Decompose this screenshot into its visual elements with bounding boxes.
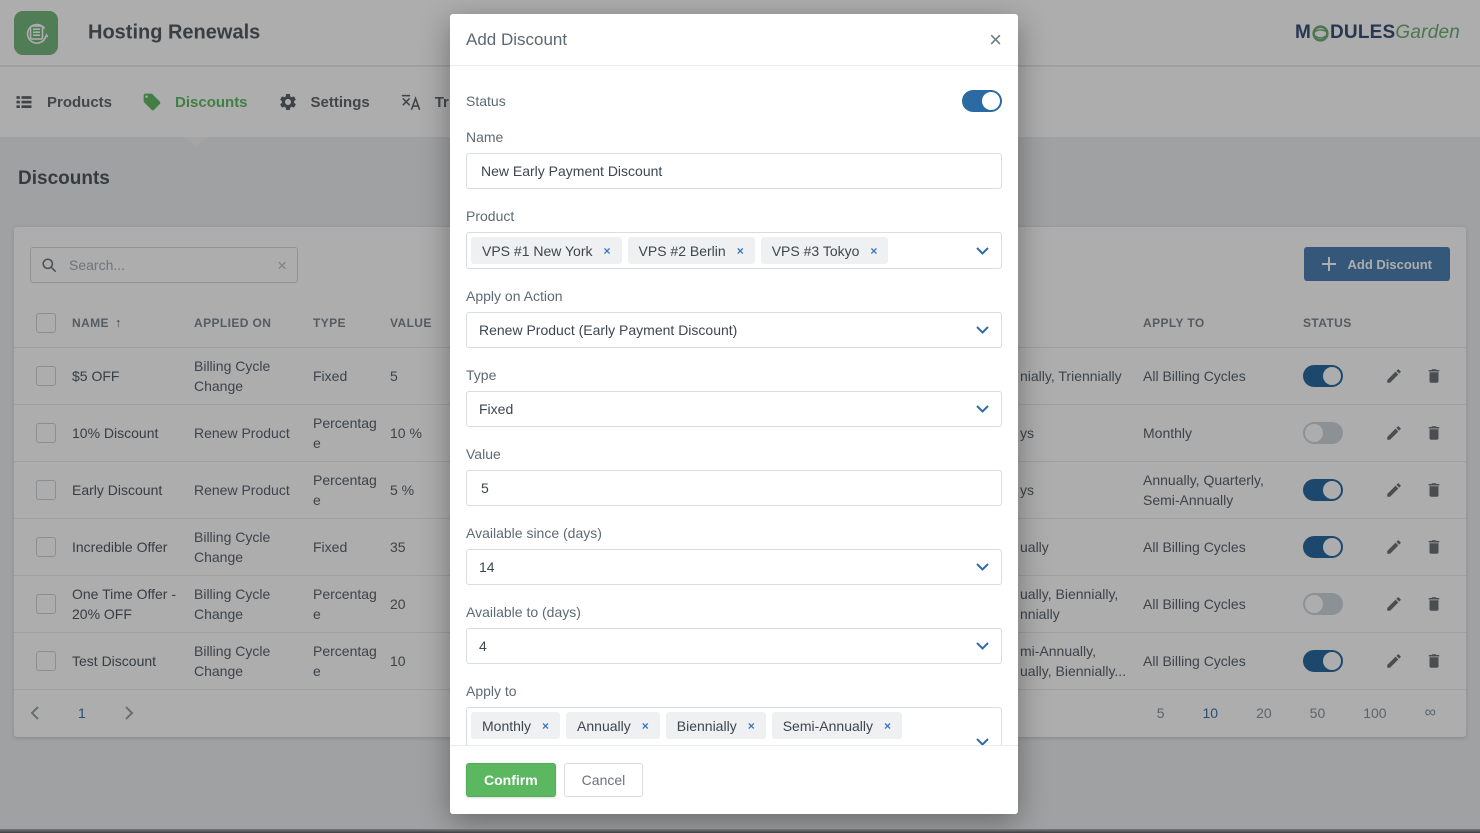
- cycle-chip: Biennially×: [666, 712, 766, 739]
- type-select[interactable]: Fixed: [466, 391, 1002, 427]
- apply-on-action-select[interactable]: Renew Product (Early Payment Discount): [466, 312, 1002, 348]
- chevron-down-icon[interactable]: [976, 247, 989, 255]
- value-input[interactable]: [479, 479, 989, 497]
- remove-chip-icon[interactable]: ×: [884, 719, 891, 733]
- screen-bottom-edge: [0, 829, 1480, 833]
- chevron-down-icon[interactable]: [976, 738, 989, 745]
- product-chip: VPS #3 Tokyo×: [761, 237, 889, 264]
- close-icon[interactable]: ×: [989, 29, 1002, 51]
- modal-footer: Confirm Cancel: [450, 745, 1018, 814]
- chevron-down-icon: [976, 563, 989, 571]
- product-multiselect[interactable]: VPS #1 New York× VPS #2 Berlin× VPS #3 T…: [466, 232, 1002, 269]
- name-label: Name: [466, 129, 1002, 145]
- available-since-field: Available since (days) 14: [466, 525, 1002, 585]
- available-to-field: Available to (days) 4: [466, 604, 1002, 664]
- product-chip: VPS #1 New York×: [471, 237, 622, 264]
- type-field: Type Fixed: [466, 367, 1002, 427]
- remove-chip-icon[interactable]: ×: [870, 244, 877, 258]
- add-discount-modal: Add Discount × Status Name Product VPS #…: [450, 14, 1018, 814]
- product-chip: VPS #2 Berlin×: [628, 237, 755, 264]
- cancel-button[interactable]: Cancel: [564, 763, 644, 797]
- available-to-label: Available to (days): [466, 604, 1002, 620]
- name-input[interactable]: [479, 162, 989, 180]
- remove-chip-icon[interactable]: ×: [748, 719, 755, 733]
- remove-chip-icon[interactable]: ×: [737, 244, 744, 258]
- screen: Hosting Renewals M DULES Garden Products…: [0, 0, 1480, 833]
- apply-on-action-label: Apply on Action: [466, 288, 1002, 304]
- apply-to-multiselect[interactable]: Monthly× Annually× Biennially× Semi-Annu…: [466, 707, 1002, 745]
- chevron-down-icon: [976, 405, 989, 413]
- remove-chip-icon[interactable]: ×: [604, 244, 611, 258]
- chevron-down-icon: [976, 642, 989, 650]
- value-label: Value: [466, 446, 1002, 462]
- modal-title: Add Discount: [466, 30, 567, 50]
- cycle-chip: Annually×: [566, 712, 660, 739]
- available-since-label: Available since (days): [466, 525, 1002, 541]
- apply-on-action-field: Apply on Action Renew Product (Early Pay…: [466, 288, 1002, 348]
- remove-chip-icon[interactable]: ×: [642, 719, 649, 733]
- value-field: Value: [466, 446, 1002, 506]
- name-field: Name: [466, 129, 1002, 189]
- status-field: Status: [466, 81, 1002, 121]
- status-label: Status: [466, 93, 506, 109]
- chevron-down-icon: [976, 326, 989, 334]
- modal-body: Status Name Product VPS #1 New York× VPS…: [450, 67, 1018, 745]
- confirm-button[interactable]: Confirm: [466, 763, 556, 797]
- available-to-select[interactable]: 4: [466, 628, 1002, 664]
- cycle-chip: Semi-Annually×: [772, 712, 902, 739]
- remove-chip-icon[interactable]: ×: [542, 719, 549, 733]
- available-since-select[interactable]: 14: [466, 549, 1002, 585]
- apply-to-field: Apply to Monthly× Annually× Biennially× …: [466, 683, 1002, 745]
- modal-header: Add Discount ×: [450, 14, 1018, 66]
- cycle-chip: Monthly×: [471, 712, 560, 739]
- product-field: Product VPS #1 New York× VPS #2 Berlin× …: [466, 208, 1002, 269]
- apply-to-label: Apply to: [466, 683, 1002, 699]
- status-toggle[interactable]: [962, 90, 1002, 112]
- type-label: Type: [466, 367, 1002, 383]
- product-label: Product: [466, 208, 1002, 224]
